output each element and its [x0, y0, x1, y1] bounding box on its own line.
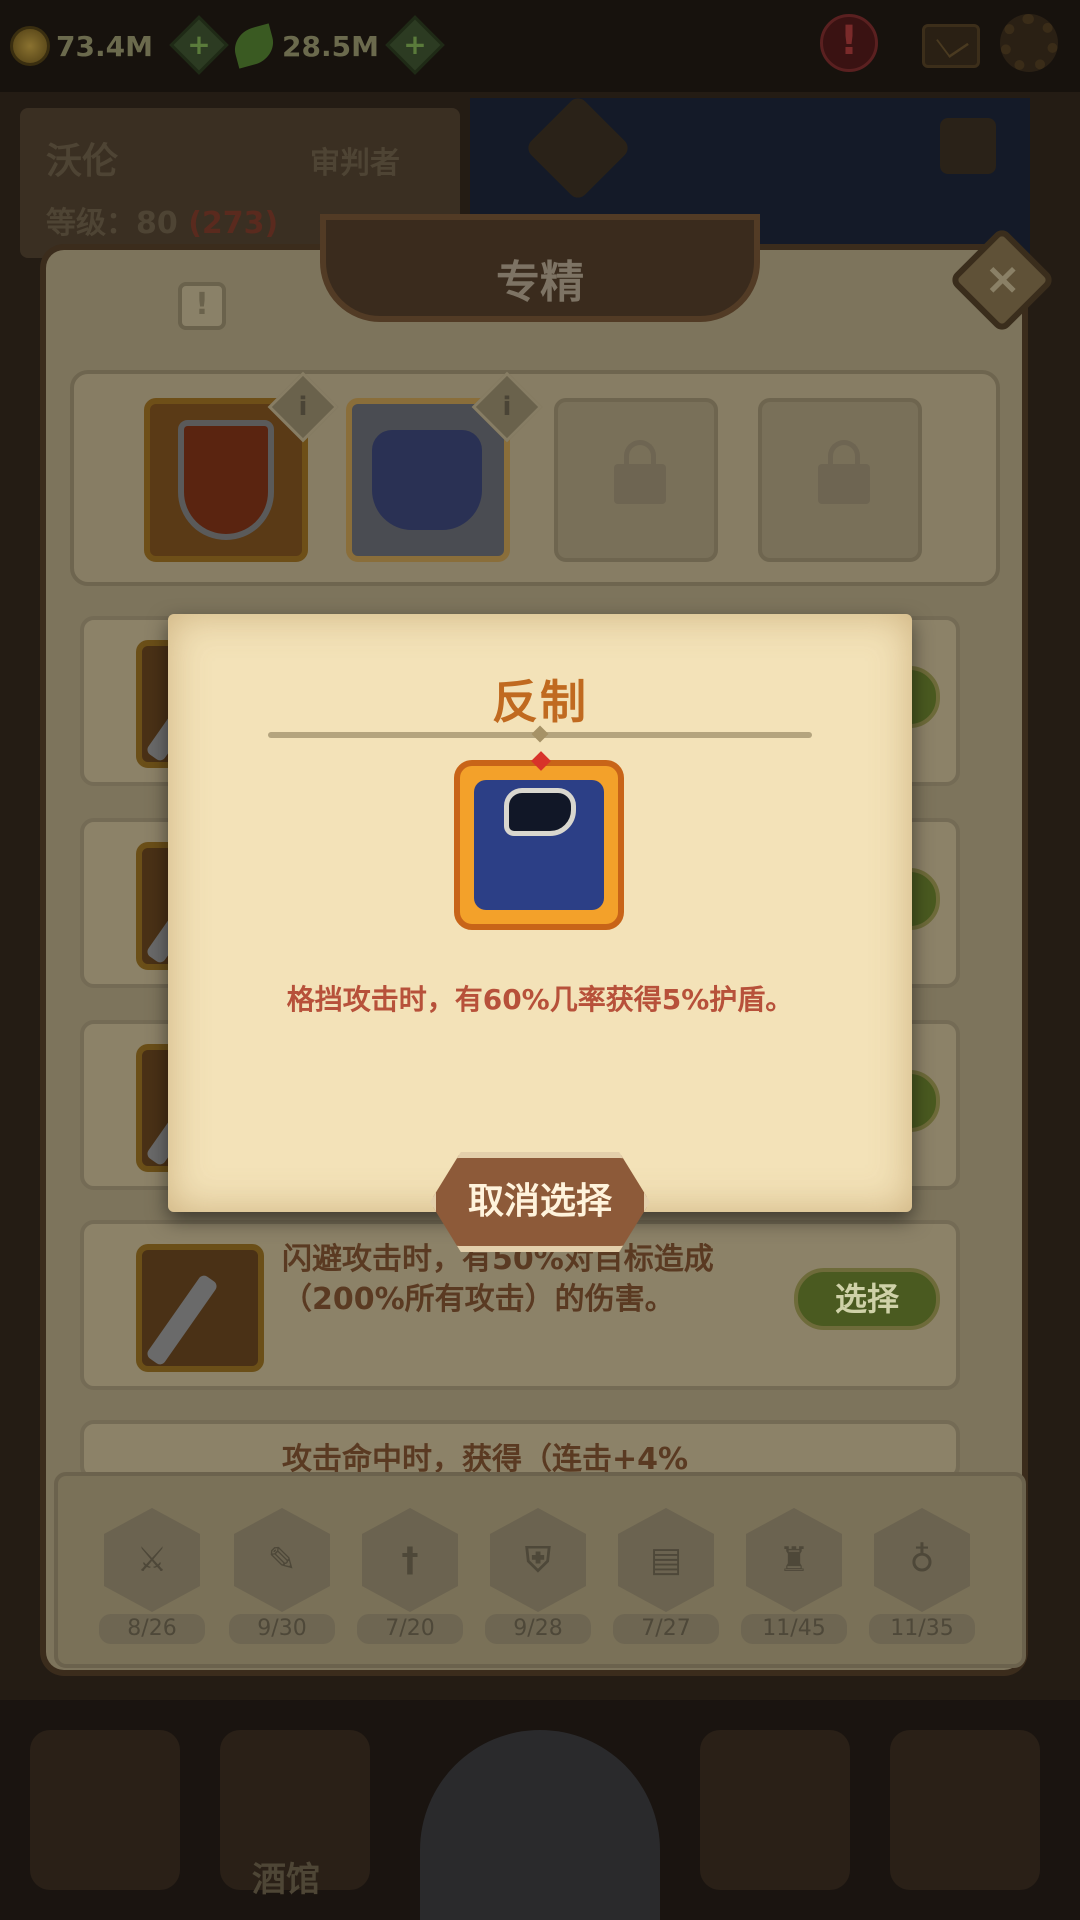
hero-level: 等级：80 (273) [46, 198, 278, 242]
gear-icon[interactable] [1000, 14, 1058, 72]
tab-count: 7/27 [613, 1614, 719, 1644]
gem-amount: 28.5M [282, 29, 379, 63]
panel-info-button[interactable]: ! [178, 282, 226, 330]
tab-amulet[interactable]: ♁ [874, 1508, 970, 1612]
tab-count: 7/20 [357, 1614, 463, 1644]
weapon-icon: ⚔ [136, 1540, 168, 1580]
dagger-icon [145, 1273, 219, 1367]
gold-amount: 73.4M [56, 29, 153, 63]
alert-icon[interactable]: ! [820, 14, 878, 72]
sword-icon: † [401, 1540, 419, 1580]
wolf-shield-icon [178, 420, 274, 540]
club-icon: ✎ [267, 1540, 297, 1580]
add-gem-button[interactable]: + [385, 15, 445, 75]
nav-chest-button[interactable] [700, 1730, 850, 1890]
book-icon [940, 118, 996, 174]
nav-tavern-label: 酒馆 [252, 1860, 320, 1900]
lock-icon [614, 440, 666, 504]
gold-coin-icon [10, 26, 50, 66]
select-button[interactable]: 选择 [794, 1268, 940, 1330]
resource-bar: 73.4M + 28.5M + ! [0, 0, 1080, 92]
tab-count: 9/28 [485, 1614, 591, 1644]
gold-resource: 73.4M [10, 18, 153, 74]
tab-weapon[interactable]: ⚔ [104, 1508, 200, 1612]
tab-count: 11/45 [741, 1614, 847, 1644]
modal-description: 格挡攻击时，有60%几率获得5%护盾。 [286, 983, 794, 1016]
cloak-collar [504, 788, 576, 836]
nav-town-button[interactable] [30, 1730, 180, 1890]
info-icon: i [502, 392, 512, 422]
cloak-icon [454, 751, 624, 930]
cloak-icon [372, 430, 482, 530]
tab-club[interactable]: ✎ [234, 1508, 330, 1612]
lock-icon [818, 440, 870, 504]
tab-count: 8/26 [99, 1614, 205, 1644]
mail-icon[interactable] [922, 24, 980, 68]
hero-name: 沃伦 [46, 141, 119, 182]
tab-armor[interactable]: ♜ [746, 1508, 842, 1612]
shield-icon: ⛨ [525, 1540, 551, 1580]
close-icon: × [984, 253, 1022, 305]
tab-shield[interactable]: ⛨ [490, 1508, 586, 1612]
tab-sword[interactable]: † [362, 1508, 458, 1612]
leaf-icon [230, 23, 278, 69]
modal-divider [268, 732, 812, 738]
cancel-selection-button[interactable]: 取消选择 [430, 1152, 650, 1252]
armor-icon: ♜ [778, 1540, 810, 1580]
option-icon [136, 1244, 264, 1372]
slot-locked[interactable] [758, 398, 922, 562]
info-icon: i [298, 392, 308, 422]
book-icon: ▤ [649, 1540, 683, 1580]
gem-resource: 28.5M [230, 18, 379, 74]
option-description: 攻击命中时，获得（连击+4% [282, 1442, 689, 1474]
add-gold-button[interactable]: + [169, 15, 229, 75]
panel-title: 专精 [496, 257, 584, 308]
nav-forge-button[interactable] [890, 1730, 1040, 1890]
amulet-icon: ♁ [909, 1540, 935, 1580]
hero-level-extra: (273) [188, 206, 279, 241]
modal-title: 反制 [492, 675, 588, 729]
tab-count: 9/30 [229, 1614, 335, 1644]
hero-class: 审判者 [310, 146, 400, 181]
hero-level-label: 等级：80 [46, 206, 178, 241]
slot-locked[interactable] [554, 398, 718, 562]
option-description: 闪避攻击时，有50%对目标造成（200%所有攻击）的伤害。 [282, 1242, 714, 1317]
tab-count: 11/35 [869, 1614, 975, 1644]
tab-book[interactable]: ▤ [618, 1508, 714, 1612]
plus-icon: + [403, 28, 427, 61]
plus-icon: + [187, 28, 211, 61]
